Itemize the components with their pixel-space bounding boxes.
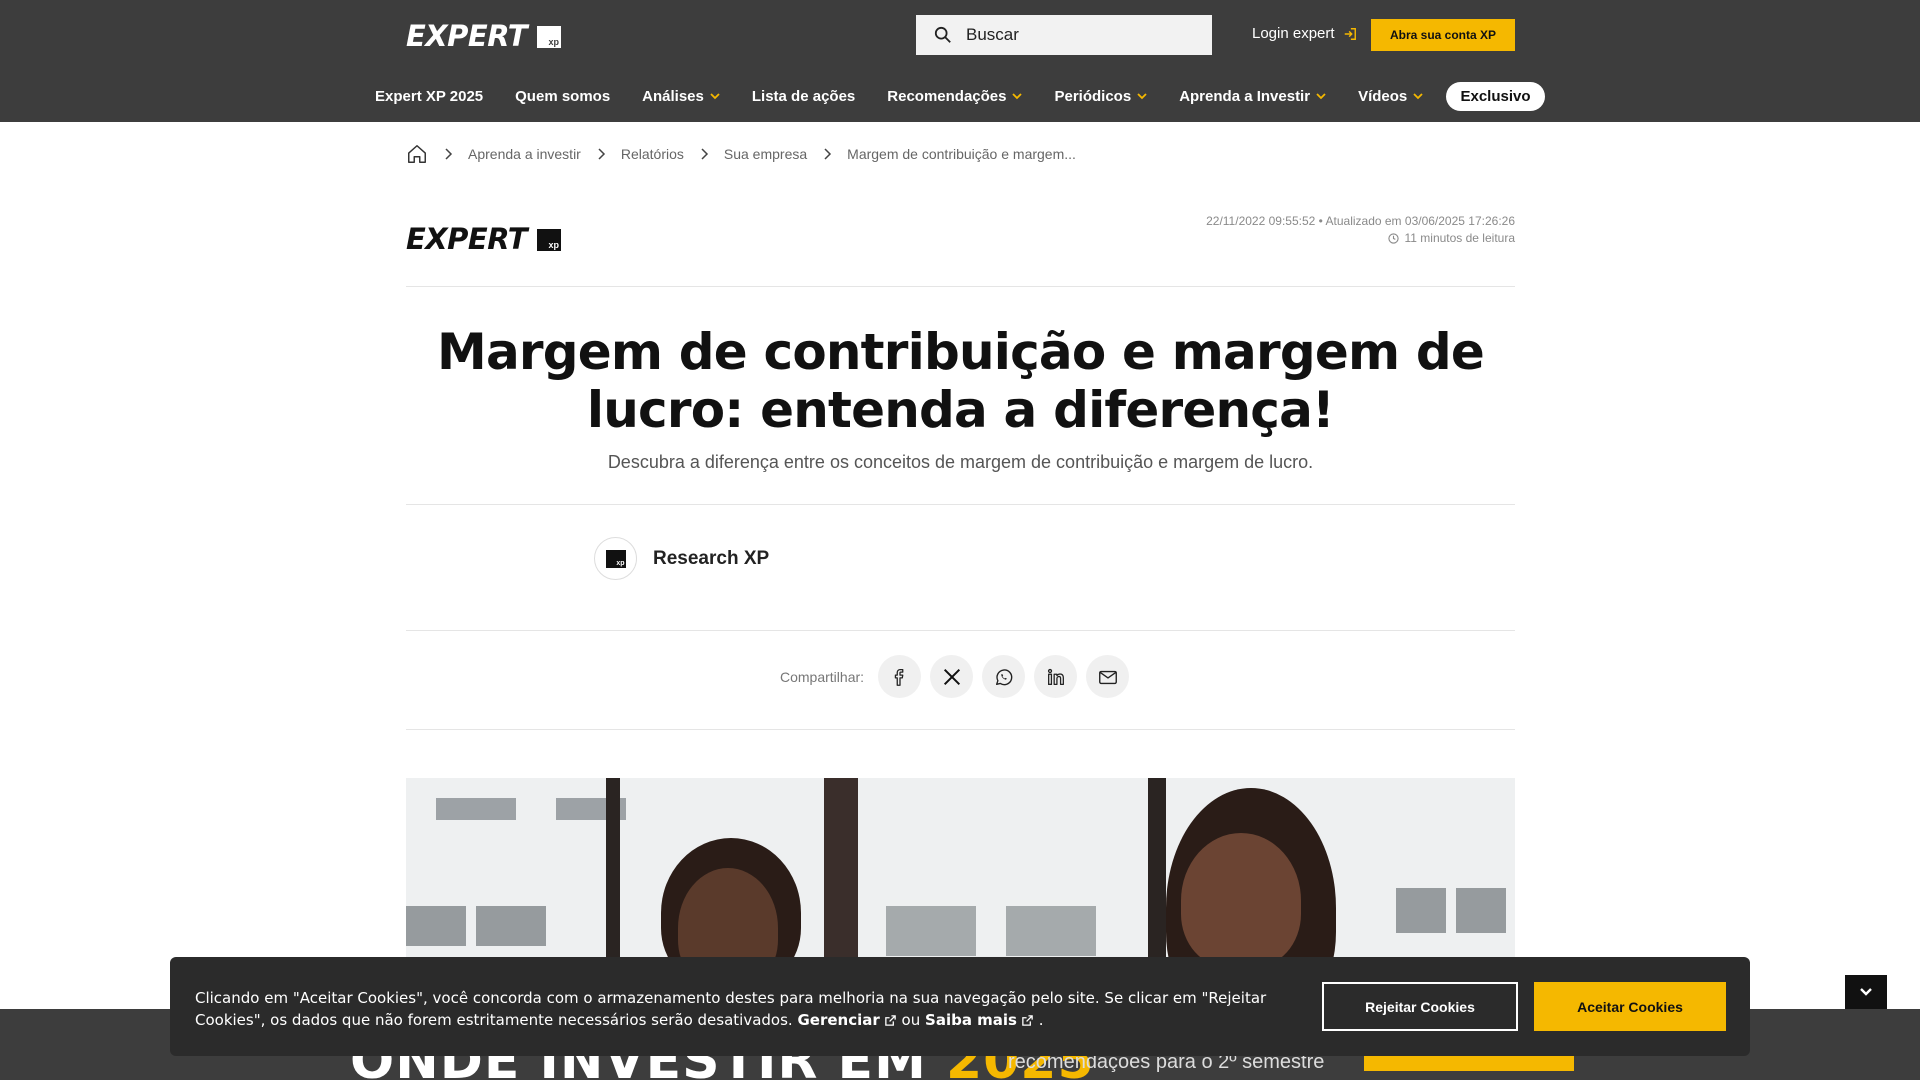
logo-wordmark: EXPERT: [406, 222, 528, 256]
cookie-learn-more-label: Saiba mais: [925, 1011, 1017, 1029]
search-box[interactable]: [916, 15, 1212, 55]
share-whatsapp-button[interactable]: [982, 655, 1026, 698]
share-linkedin-button[interactable]: [1034, 655, 1078, 698]
nav-label: Análises: [642, 87, 704, 105]
nav-item-periodicos[interactable]: Periódicos: [1054, 88, 1147, 105]
share-bar: Compartilhar:: [780, 655, 1138, 698]
chevron-right-icon: [598, 148, 605, 160]
nav-item-recomendacoes[interactable]: Recomendações: [887, 87, 1023, 105]
nav-item-aprenda-a-investir[interactable]: Aprenda a Investir: [1179, 88, 1326, 105]
cookie-banner: Clicando em "Aceitar Cookies", você conc…: [170, 957, 1750, 1056]
reject-cookies-button[interactable]: Rejeitar Cookies: [1322, 982, 1518, 1031]
email-icon: [1098, 670, 1117, 684]
article-meta: 22/11/2022 09:55:52 • Atualizado em 03/0…: [1206, 213, 1515, 247]
login-arrow-icon: [1344, 27, 1356, 40]
nav-item-videos[interactable]: Vídeos: [1358, 88, 1423, 105]
cookie-end: .: [1038, 1011, 1044, 1029]
nav-label: Quem somos: [515, 87, 611, 105]
nav-label: Expert XP 2025: [375, 87, 484, 105]
author-block[interactable]: xp Research XP: [594, 537, 769, 580]
chevron-right-icon: [701, 148, 708, 160]
author-avatar: xp: [594, 537, 637, 580]
search-input[interactable]: [966, 25, 1186, 45]
nav-label: Periódicos: [1054, 87, 1132, 105]
chevron-down-icon: [1137, 93, 1147, 100]
chevron-down-icon: [1413, 93, 1423, 100]
cookie-or: ou: [901, 1011, 921, 1029]
facebook-icon: [894, 668, 903, 686]
breadcrumb-current: Margem de contribuição e margem...: [847, 146, 1076, 162]
nav-exclusive-button[interactable]: Exclusivo: [1446, 82, 1545, 111]
nav-item-analises[interactable]: Análises: [642, 88, 720, 105]
divider: [406, 286, 1515, 287]
home-icon[interactable]: [406, 143, 428, 165]
chevron-down-icon: [1012, 93, 1023, 100]
main-nav: Expert XP 2025 Quem somos Análises Lista…: [375, 82, 1455, 110]
article-expert-logo: EXPERT xp: [406, 222, 562, 256]
collapse-banner-button[interactable]: [1845, 975, 1887, 1009]
external-link-icon: [884, 1014, 896, 1026]
x-icon: [943, 668, 960, 685]
whatsapp-icon: [995, 668, 1012, 685]
expert-logo[interactable]: EXPERT xp: [406, 19, 562, 53]
reading-time-label: 11 minutos de leitura: [1404, 231, 1515, 245]
nav-item-quem-somos[interactable]: Quem somos: [515, 88, 610, 105]
site-header: EXPERT xp Login expert Abra sua conta XP…: [0, 0, 1920, 122]
article-subtitle: Descubra a diferença entre os conceitos …: [607, 452, 1314, 472]
nav-label: Lista de ações: [751, 87, 856, 105]
breadcrumb: Aprenda a investir Relatórios Sua empres…: [406, 143, 1076, 165]
share-x-button[interactable]: [930, 655, 974, 698]
open-account-button[interactable]: Abra sua conta XP: [1371, 19, 1515, 51]
accept-cookies-button[interactable]: Aceitar Cookies: [1534, 982, 1726, 1031]
cookie-message: Clicando em "Aceitar Cookies", você conc…: [195, 987, 1275, 1031]
chevron-down-icon: [1316, 93, 1326, 100]
breadcrumb-item[interactable]: Sua empresa: [724, 146, 807, 162]
cookie-manage-link[interactable]: Gerenciar: [797, 1009, 896, 1031]
cookie-text: Clicando em "Aceitar Cookies", você conc…: [195, 989, 1267, 1029]
chevron-down-icon: [710, 93, 720, 100]
cookie-learn-more-link[interactable]: Saiba mais: [925, 1009, 1034, 1031]
nav-label: Recomendações: [887, 87, 1007, 105]
chevron-right-icon: [824, 148, 832, 160]
clock-icon: [1388, 233, 1400, 244]
reading-time: 11 minutos de leitura: [1206, 230, 1515, 247]
divider: [406, 729, 1515, 730]
login-link[interactable]: Login expert: [1252, 25, 1357, 42]
author-name[interactable]: Research XP: [653, 548, 769, 570]
publish-date: 22/11/2022 09:55:52 • Atualizado em 03/0…: [1206, 214, 1515, 228]
logo-xp-badge: xp: [537, 25, 562, 48]
nav-item-lista-de-acoes[interactable]: Lista de ações: [752, 88, 855, 105]
chevron-right-icon: [445, 148, 453, 160]
nav-label: Aprenda a Investir: [1179, 87, 1311, 105]
breadcrumb-item[interactable]: Aprenda a investir: [468, 146, 581, 162]
external-link-icon: [1022, 1014, 1033, 1026]
xp-logo-icon: xp: [605, 549, 626, 568]
share-email-button[interactable]: [1086, 655, 1130, 698]
nav-label: Vídeos: [1358, 87, 1408, 105]
cookie-manage-label: Gerenciar: [797, 1011, 880, 1029]
share-label: Compartilhar:: [780, 668, 865, 685]
linkedin-icon: [1047, 668, 1064, 685]
logo-xp-badge: xp: [537, 228, 562, 251]
breadcrumb-item[interactable]: Relatórios: [621, 146, 684, 162]
nav-item-expert-xp-2025[interactable]: Expert XP 2025: [375, 88, 483, 105]
logo-wordmark: EXPERT: [406, 19, 528, 53]
divider: [406, 504, 1515, 505]
article-title: Margem de contribuição e margem de lucro…: [437, 323, 1485, 439]
search-icon: [934, 26, 951, 43]
divider: [406, 630, 1515, 631]
login-label: Login expert: [1252, 25, 1335, 42]
chevron-down-icon: [1860, 988, 1872, 996]
share-facebook-button[interactable]: [878, 655, 922, 698]
